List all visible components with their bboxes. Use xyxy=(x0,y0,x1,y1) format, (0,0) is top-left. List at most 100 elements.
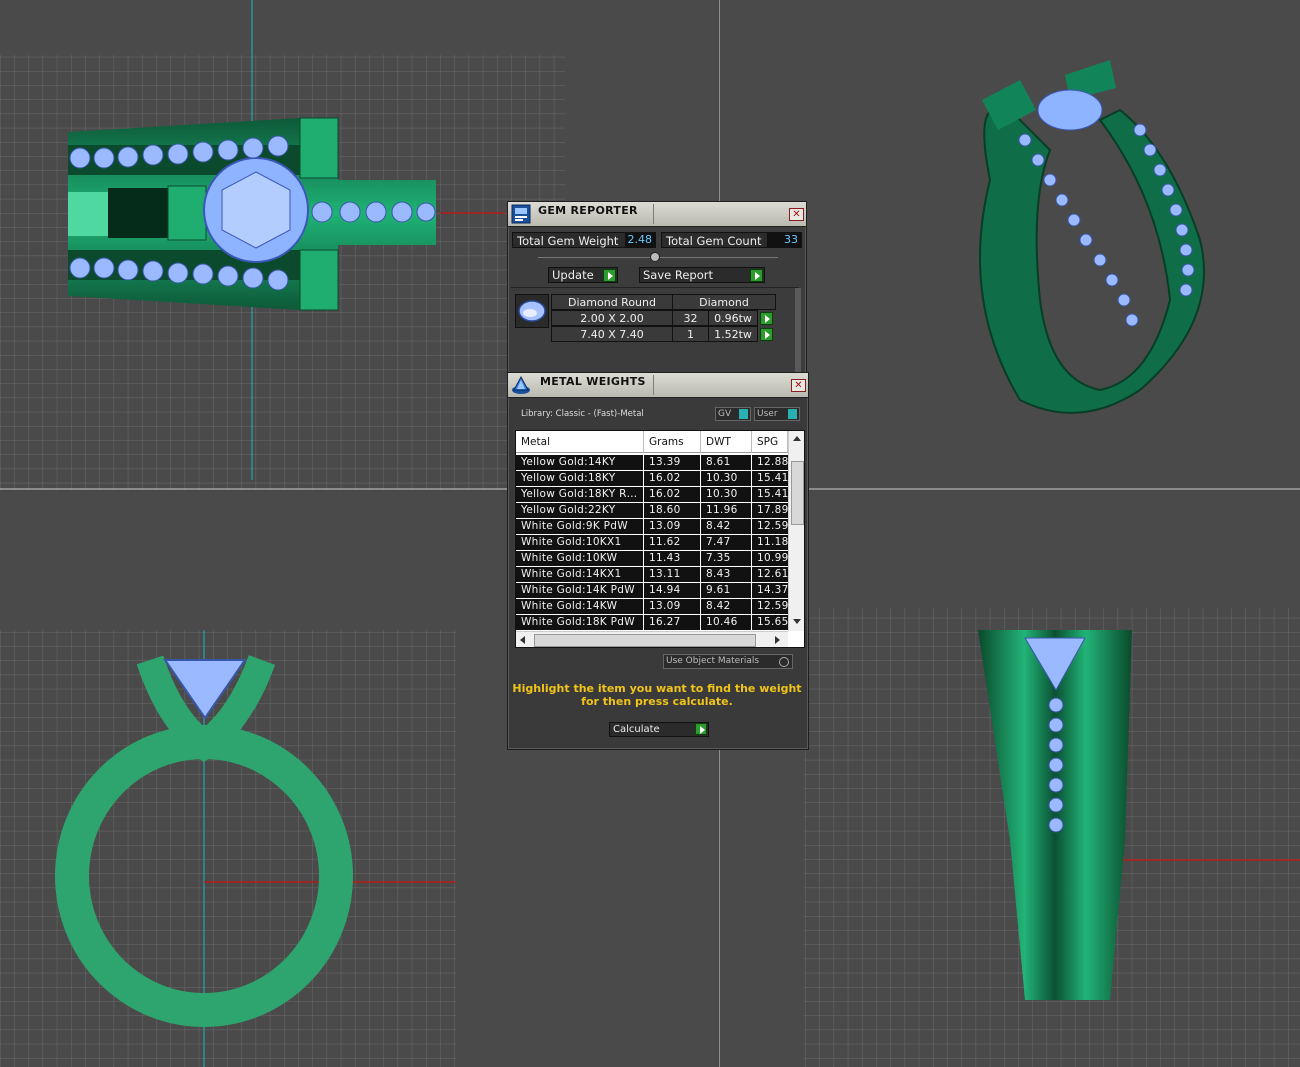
grams-col-header[interactable]: Grams xyxy=(644,431,701,453)
gem-row-count[interactable]: 32 xyxy=(672,310,709,326)
grams-cell[interactable]: 14.94 xyxy=(644,583,700,598)
metal-row[interactable]: White Gold:9K PdW 13.09 8.42 12.59 xyxy=(516,519,788,535)
dwt-cell[interactable]: 10.30 xyxy=(701,487,751,502)
metal-row[interactable]: White Gold:14KX1 13.11 8.43 12.61 xyxy=(516,567,788,583)
spg-cell[interactable]: 10.99 xyxy=(752,551,788,566)
spg-cell[interactable]: 11.18 xyxy=(752,535,788,550)
spg-cell[interactable]: 15.41 xyxy=(752,487,788,502)
scroll-right-icon[interactable] xyxy=(775,636,780,644)
grams-cell[interactable]: 13.09 xyxy=(644,599,700,614)
dwt-cell[interactable]: 8.43 xyxy=(701,567,751,582)
gem-row-size[interactable]: 2.00 X 2.00 xyxy=(551,310,673,326)
dwt-col-header[interactable]: DWT xyxy=(701,431,752,453)
metal-weights-close-button[interactable]: ✕ xyxy=(791,379,806,392)
save-report-button[interactable]: Save Report xyxy=(639,267,765,283)
metal-row[interactable]: White Gold:18K PdW 16.27 10.46 15.65 xyxy=(516,615,788,631)
scroll-up-icon[interactable] xyxy=(793,436,801,441)
metal-row[interactable]: Yellow Gold:18KY 16.02 10.30 15.41 xyxy=(516,471,788,487)
calculate-button-label: Calculate xyxy=(613,724,660,735)
hint-line-2: for then press calculate. xyxy=(581,695,733,708)
metal-row[interactable]: White Gold:14K PdW 14.94 9.61 14.37 xyxy=(516,583,788,599)
spg-cell[interactable]: 14.37 xyxy=(752,583,788,598)
splitter-handle-icon[interactable] xyxy=(650,252,660,262)
spg-cell[interactable]: 12.59 xyxy=(752,519,788,534)
update-button[interactable]: Update xyxy=(548,267,618,283)
title-separator xyxy=(653,204,654,224)
dwt-cell[interactable]: 8.42 xyxy=(701,599,751,614)
metal-row[interactable]: Yellow Gold:22KY 18.60 11.96 17.89 xyxy=(516,503,788,519)
use-object-materials-toggle[interactable]: Use Object Materials xyxy=(663,654,793,669)
grams-cell[interactable]: 16.02 xyxy=(644,471,700,486)
metal-name-cell[interactable]: White Gold:14KX1 xyxy=(516,567,643,582)
metal-row[interactable]: White Gold:14KW 13.09 8.42 12.59 xyxy=(516,599,788,615)
dwt-cell[interactable]: 8.61 xyxy=(701,455,751,470)
spg-cell[interactable]: 17.89 xyxy=(752,503,788,518)
metal-name-cell[interactable]: White Gold:9K PdW xyxy=(516,519,643,534)
metal-row[interactable]: Yellow Gold:18KY R… 16.02 10.30 15.41 xyxy=(516,487,788,503)
dwt-cell[interactable]: 8.42 xyxy=(701,519,751,534)
metal-name-cell[interactable]: Yellow Gold:14KY xyxy=(516,455,643,470)
hint-line-1: Highlight the item you want to find the … xyxy=(512,682,802,695)
metal-row[interactable]: White Gold:10KW 11.43 7.35 10.99 xyxy=(516,551,788,567)
gem-row-select-arrow-icon[interactable] xyxy=(760,328,773,341)
spg-cell[interactable]: 15.41 xyxy=(752,471,788,486)
spg-cell[interactable]: 15.65 xyxy=(752,615,788,630)
grams-cell[interactable]: 11.43 xyxy=(644,551,700,566)
scroll-down-icon[interactable] xyxy=(793,619,801,624)
dwt-cell[interactable]: 7.47 xyxy=(701,535,751,550)
gem-row-count[interactable]: 1 xyxy=(672,326,709,342)
grams-cell[interactable]: 18.60 xyxy=(644,503,700,518)
metal-table-hscroll[interactable] xyxy=(516,631,788,647)
metal-name-cell[interactable]: White Gold:10KW xyxy=(516,551,643,566)
total-gem-weight-label: Total Gem Weight xyxy=(517,234,619,248)
metal-row[interactable]: Yellow Gold:14KY 13.39 8.61 12.88 xyxy=(516,455,788,471)
gv-toggle[interactable]: GV xyxy=(715,407,751,421)
metal-name-cell[interactable]: White Gold:18K PdW xyxy=(516,615,643,630)
dwt-cell[interactable]: 9.61 xyxy=(701,583,751,598)
update-button-label: Update xyxy=(552,268,594,282)
metal-name-cell[interactable]: White Gold:14KW xyxy=(516,599,643,614)
gem-reporter-close-button[interactable]: ✕ xyxy=(789,208,804,221)
oval-gem-icon xyxy=(515,294,549,328)
gem-reporter-titlebar[interactable]: GEM REPORTER ✕ xyxy=(508,202,806,227)
grams-cell[interactable]: 16.02 xyxy=(644,487,700,502)
spg-cell[interactable]: 12.88 xyxy=(752,455,788,470)
metal-table: Metal Grams DWT SPG Yellow Gold:14KY 13.3… xyxy=(515,430,805,648)
grams-cell[interactable]: 13.39 xyxy=(644,455,700,470)
metal-col-header[interactable]: Metal xyxy=(516,431,644,453)
gem-reporter-panel: GEM REPORTER ✕ Total Gem Weight 2.48 Tot… xyxy=(507,201,807,375)
metal-name-cell[interactable]: White Gold:14K PdW xyxy=(516,583,643,598)
dwt-cell[interactable]: 10.46 xyxy=(701,615,751,630)
grams-cell[interactable]: 16.27 xyxy=(644,615,700,630)
spg-cell[interactable]: 12.61 xyxy=(752,567,788,582)
metal-weights-titlebar[interactable]: METAL WEIGHTS ✕ xyxy=(508,373,808,398)
gem-row-weight[interactable]: 0.96tw xyxy=(708,310,758,326)
user-toggle-label: User xyxy=(757,409,778,419)
dwt-cell[interactable]: 7.35 xyxy=(701,551,751,566)
metal-name-cell[interactable]: White Gold:10KX1 xyxy=(516,535,643,550)
scroll-thumb[interactable] xyxy=(791,461,804,525)
gem-row-select-arrow-icon[interactable] xyxy=(760,312,773,325)
user-toggle[interactable]: User xyxy=(754,407,800,421)
dwt-cell[interactable]: 10.30 xyxy=(701,471,751,486)
gem-reporter-icon xyxy=(511,204,531,224)
metal-name-cell[interactable]: Yellow Gold:18KY R… xyxy=(516,487,643,502)
metal-table-vscroll[interactable] xyxy=(788,431,804,631)
spg-col-header[interactable]: SPG xyxy=(752,431,788,453)
scroll-left-icon[interactable] xyxy=(520,636,525,644)
dwt-cell[interactable]: 11.96 xyxy=(701,503,751,518)
metal-name-cell[interactable]: Yellow Gold:18KY xyxy=(516,471,643,486)
calculate-button[interactable]: Calculate xyxy=(609,722,709,737)
spg-cell[interactable]: 12.59 xyxy=(752,599,788,614)
hscroll-thumb[interactable] xyxy=(534,634,756,647)
metal-row[interactable]: White Gold:10KX1 11.62 7.47 11.18 xyxy=(516,535,788,551)
grams-cell[interactable]: 11.62 xyxy=(644,535,700,550)
gem-list-scrollbar[interactable] xyxy=(795,288,801,372)
gem-row-weight[interactable]: 1.52tw xyxy=(708,326,758,342)
grams-cell[interactable]: 13.11 xyxy=(644,567,700,582)
total-gem-count-value: 33 xyxy=(767,233,801,247)
calculate-hint: Highlight the item you want to find the … xyxy=(508,682,806,708)
metal-name-cell[interactable]: Yellow Gold:22KY xyxy=(516,503,643,518)
gem-row-size[interactable]: 7.40 X 7.40 xyxy=(551,326,673,342)
grams-cell[interactable]: 13.09 xyxy=(644,519,700,534)
